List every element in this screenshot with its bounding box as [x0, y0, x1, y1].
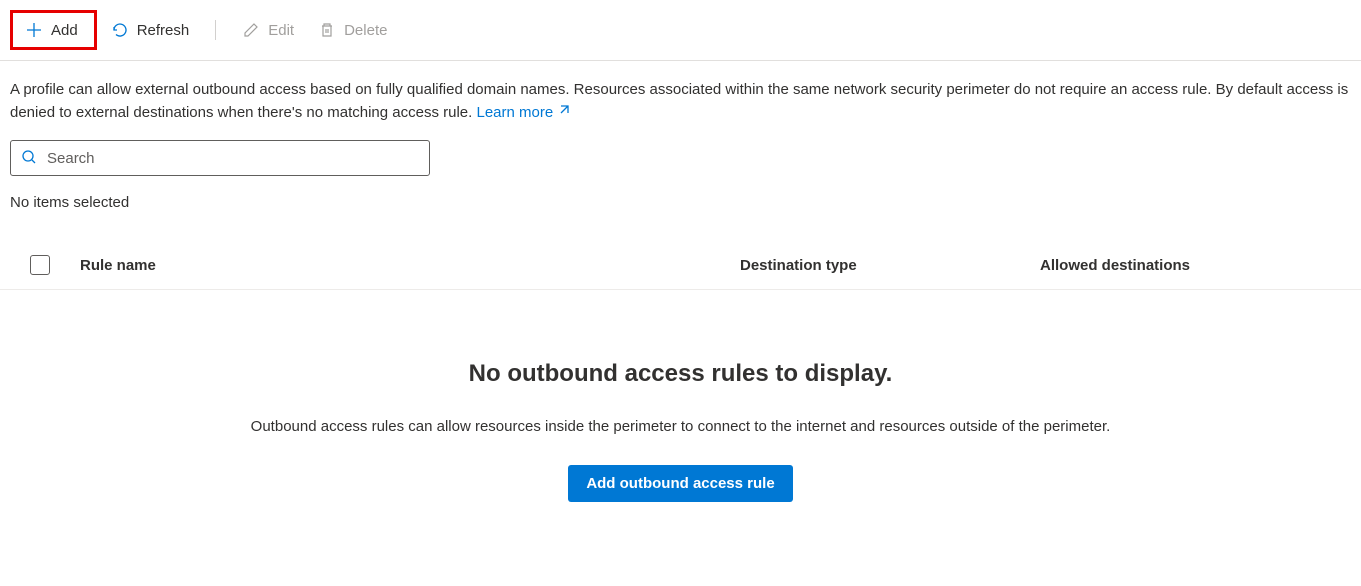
- pencil-icon: [242, 21, 260, 39]
- description-text: A profile can allow external outbound ac…: [0, 61, 1361, 124]
- empty-state-description: Outbound access rules can allow resource…: [20, 418, 1341, 435]
- add-button-highlight: Add: [10, 10, 97, 50]
- column-rule-name[interactable]: Rule name: [80, 257, 740, 274]
- refresh-icon: [111, 21, 129, 39]
- search-box[interactable]: [10, 140, 430, 176]
- table-header-row: Rule name Destination type Allowed desti…: [0, 235, 1361, 290]
- add-outbound-rule-button[interactable]: Add outbound access rule: [568, 465, 792, 502]
- refresh-button-label: Refresh: [137, 22, 190, 39]
- column-destination-type[interactable]: Destination type: [740, 257, 1040, 274]
- refresh-button[interactable]: Refresh: [101, 15, 200, 45]
- selection-status: No items selected: [0, 176, 1361, 211]
- toolbar-separator: [215, 20, 216, 40]
- select-all-cell: [10, 255, 80, 275]
- column-allowed-destinations[interactable]: Allowed destinations: [1040, 257, 1351, 274]
- edit-button-label: Edit: [268, 22, 294, 39]
- edit-button[interactable]: Edit: [232, 15, 304, 45]
- description-body: A profile can allow external outbound ac…: [10, 81, 1348, 121]
- learn-more-label: Learn more: [476, 102, 553, 125]
- search-icon: [21, 149, 37, 168]
- empty-state-title: No outbound access rules to display.: [20, 360, 1341, 388]
- learn-more-link[interactable]: Learn more: [476, 102, 571, 125]
- add-button-label: Add: [51, 22, 78, 39]
- trash-icon: [318, 21, 336, 39]
- empty-state: No outbound access rules to display. Out…: [0, 290, 1361, 522]
- add-button[interactable]: Add: [15, 15, 88, 45]
- external-link-icon: [557, 102, 571, 125]
- search-container: [0, 124, 1361, 176]
- toolbar: Add Refresh Edit Delete: [0, 0, 1361, 61]
- delete-button-label: Delete: [344, 22, 387, 39]
- delete-button[interactable]: Delete: [308, 15, 397, 45]
- select-all-checkbox[interactable]: [30, 255, 50, 275]
- search-input[interactable]: [47, 150, 419, 167]
- plus-icon: [25, 21, 43, 39]
